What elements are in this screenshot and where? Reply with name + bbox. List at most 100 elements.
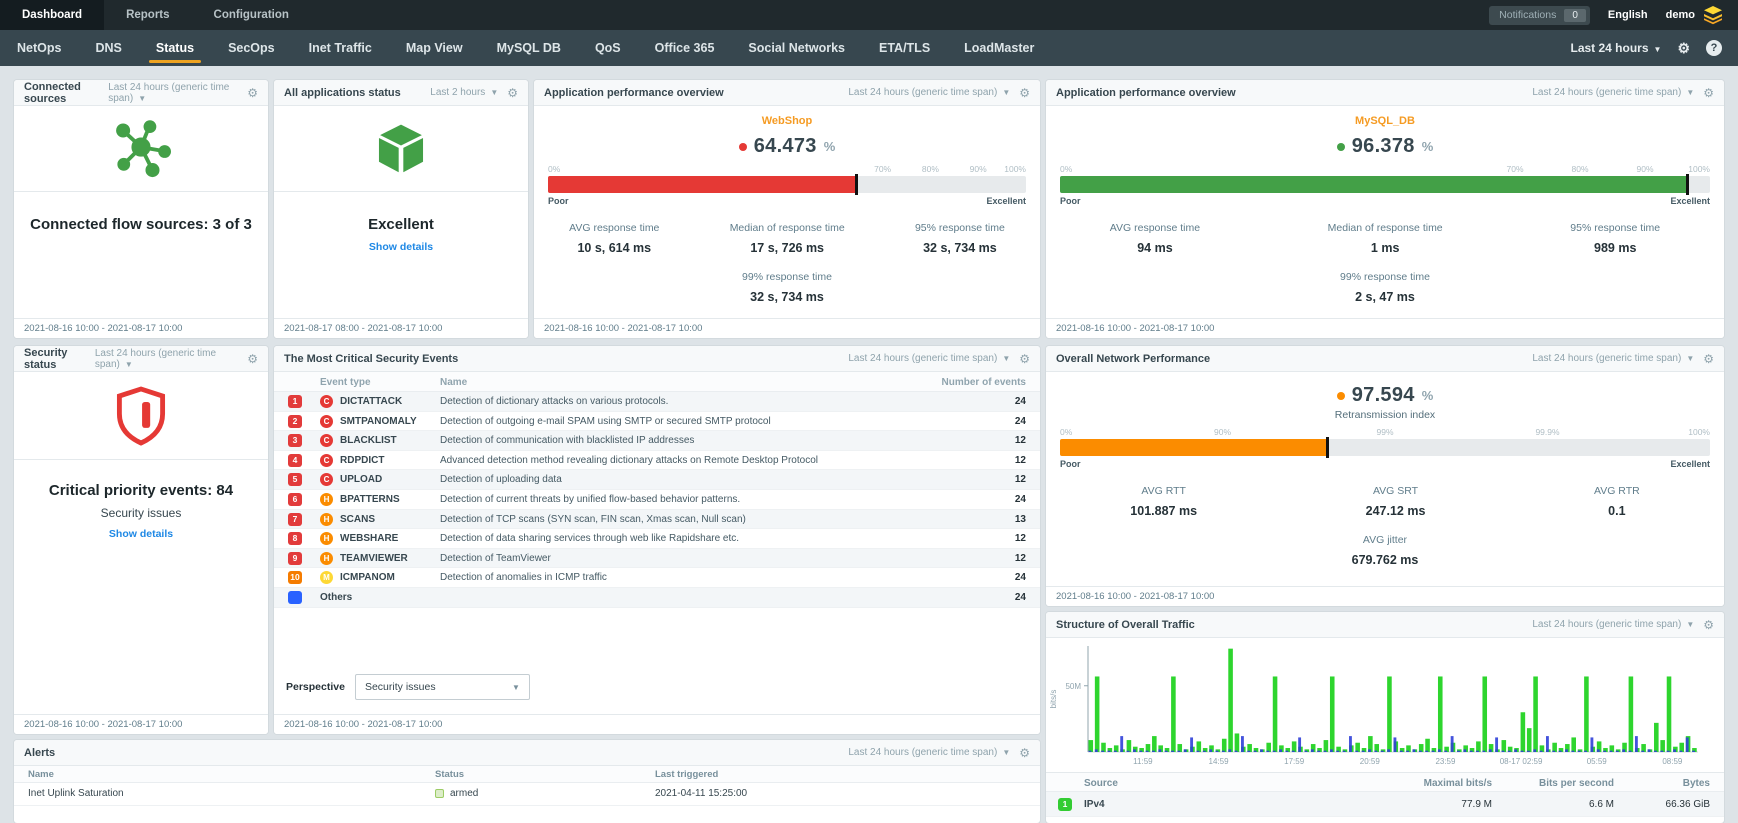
severity-icon: C [320, 395, 333, 408]
top-tab-reports[interactable]: Reports [104, 0, 191, 30]
metric: AVG jitter679.762 ms [1352, 534, 1419, 567]
panel-timespan-dropdown[interactable]: Last 24 hours (generic time span)▼ [1532, 619, 1694, 630]
rank-badge: 5 [288, 473, 302, 486]
gauge-tick-label: 100% [1688, 427, 1710, 437]
gear-icon[interactable]: ⚙ [247, 352, 258, 366]
notifications-button[interactable]: Notifications 0 [1489, 6, 1590, 25]
event-type: BLACKLIST [340, 435, 397, 446]
security-event-row[interactable]: 2CSMTPANOMALYDetection of outgoing e-mai… [274, 412, 1040, 432]
bps-value: 6.6 M [1589, 799, 1614, 810]
metric-value: 1 ms [1328, 241, 1443, 255]
panel-timespan-dropdown[interactable]: Last 2 hours▼ [430, 87, 498, 98]
max-bits-value: 77.9 M [1461, 799, 1492, 810]
nav-tab-office-365[interactable]: Office 365 [638, 30, 732, 66]
retransmission-gauge: 0%90%99%99.9%100%PoorExcellent [1060, 427, 1710, 469]
event-type: SCANS [340, 514, 375, 525]
chevron-down-icon: ▼ [512, 683, 520, 692]
security-event-row[interactable]: 7HSCANSDetection of TCP scans (SYN scan,… [274, 510, 1040, 530]
user-menu[interactable]: demo [1666, 5, 1724, 25]
nav-tab-dns[interactable]: DNS [78, 30, 138, 66]
panel-timespan-dropdown[interactable]: Last 24 hours (generic time span)▼ [1532, 87, 1694, 98]
panel-timespan-footer: 2021-08-16 10:00 - 2021-08-17 10:00 [274, 714, 1040, 734]
nav-tab-social-networks[interactable]: Social Networks [731, 30, 862, 66]
nav-tab-loadmaster[interactable]: LoadMaster [947, 30, 1051, 66]
metric-value: 10 s, 614 ms [569, 241, 659, 255]
alert-row[interactable]: Inet Uplink Saturationarmed2021-04-11 15… [14, 783, 1040, 806]
event-name: Detection of outgoing e-mail SPAM using … [440, 416, 771, 427]
armed-status-icon [435, 789, 444, 798]
nav-tab-inet-traffic[interactable]: Inet Traffic [292, 30, 389, 66]
nav-tab-netops[interactable]: NetOps [0, 30, 78, 66]
username-label: demo [1666, 9, 1695, 21]
network-metrics: AVG RTT101.887 msAVG SRT247.12 msAVG RTR… [1046, 485, 1724, 567]
event-type: DICTATTACK [340, 396, 402, 407]
panel-security-status: Security status Last 24 hours (generic t… [14, 346, 268, 734]
gear-icon[interactable]: ⚙ [1019, 352, 1030, 366]
nav-tab-status[interactable]: Status [139, 30, 211, 66]
panel-timespan-dropdown[interactable]: Last 24 hours (generic time span)▼ [108, 82, 238, 104]
show-details-link[interactable]: Show details [14, 528, 268, 540]
panel-timespan-dropdown[interactable]: Last 24 hours (generic time span)▼ [848, 747, 1010, 758]
event-count: 24 [1015, 572, 1026, 583]
settings-gear-icon[interactable]: ⚙ [1677, 40, 1690, 57]
alert-status: armed [435, 788, 478, 799]
nav-tab-qos[interactable]: QoS [578, 30, 638, 66]
source-name: IPv4 [1084, 799, 1105, 810]
panel-timespan-dropdown[interactable]: Last 24 hours (generic time span)▼ [848, 87, 1010, 98]
metric-label: 99% response time [742, 271, 832, 283]
rank-badge: 7 [288, 513, 302, 526]
gear-icon[interactable]: ⚙ [1703, 618, 1714, 632]
nav-tab-eta-tls[interactable]: ETA/TLS [862, 30, 947, 66]
traffic-source-row[interactable]: 2IPv63.3 M611.1 K6.13 GiB [1046, 817, 1724, 823]
metric-label: AVG response time [1110, 222, 1200, 234]
perspective-select[interactable]: Security issues▼ [355, 674, 530, 700]
panel-timespan-dropdown[interactable]: Last 24 hours (generic time span)▼ [95, 348, 238, 370]
top-tab-configuration[interactable]: Configuration [192, 0, 311, 30]
top-bar: DashboardReportsConfiguration Notificati… [0, 0, 1738, 30]
severity-icon: H [320, 532, 333, 545]
panel-title: Overall Network Performance [1056, 353, 1210, 365]
panel-traffic-structure: Structure of Overall Traffic Last 24 hou… [1046, 612, 1724, 823]
response-time-metrics: AVG response time10 s, 614 msMedian of r… [534, 222, 1040, 304]
security-event-row[interactable]: 9HTEAMVIEWERDetection of TeamViewer12 [274, 549, 1040, 569]
security-event-row[interactable]: 10MICMPANOMDetection of anomalies in ICM… [274, 568, 1040, 588]
panel-timespan-dropdown[interactable]: Last 24 hours (generic time span)▼ [1532, 353, 1694, 364]
performance-value: 97.594 [1352, 384, 1415, 407]
retransmission-index-label: Retransmission index [1046, 409, 1724, 421]
metric-value: 989 ms [1570, 241, 1660, 255]
panel-timespan-dropdown[interactable]: Last 24 hours (generic time span)▼ [848, 353, 1010, 364]
security-event-row[interactable]: 1CDICTATTACKDetection of dictionary atta… [274, 392, 1040, 412]
metric-label: 99% response time [1340, 271, 1430, 283]
nav-tab-mysql-db[interactable]: MySQL DB [480, 30, 578, 66]
security-event-row[interactable]: 4CRDPDICTAdvanced detection method revea… [274, 451, 1040, 471]
performance-value: 64.473 [754, 135, 817, 158]
gear-icon[interactable]: ⚙ [1703, 86, 1714, 100]
top-tab-dashboard[interactable]: Dashboard [0, 0, 104, 30]
security-event-row[interactable]: 6HBPATTERNSDetection of current threats … [274, 490, 1040, 510]
security-event-row[interactable]: 3CBLACKLISTDetection of communication wi… [274, 431, 1040, 451]
event-count: 12 [1015, 474, 1026, 485]
gear-icon[interactable]: ⚙ [1019, 86, 1030, 100]
gear-icon[interactable]: ⚙ [1703, 352, 1714, 366]
security-event-row[interactable]: 8HWEBSHAREDetection of data sharing serv… [274, 529, 1040, 549]
help-icon[interactable]: ? [1706, 40, 1722, 56]
show-details-link[interactable]: Show details [274, 241, 528, 253]
gear-icon[interactable]: ⚙ [507, 86, 518, 100]
gauge-tick-label: 80% [1571, 164, 1588, 174]
global-timespan-dropdown[interactable]: Last 24 hours▼ [1570, 41, 1661, 55]
event-count: 24 [1015, 592, 1026, 603]
traffic-source-row[interactable]: 1IPv477.9 M6.6 M66.36 GiB [1046, 792, 1724, 817]
gauge-tick-label: 80% [922, 164, 939, 174]
traffic-summary-table: SourceMaximal bits/sBits per secondBytes… [1046, 772, 1724, 823]
event-name: Detection of communication with blacklis… [440, 435, 694, 446]
gear-icon[interactable]: ⚙ [247, 86, 258, 100]
panel-connected-sources: Connected sources Last 24 hours (generic… [14, 80, 268, 338]
metric-label: Median of response time [1328, 222, 1443, 234]
nav-tab-map-view[interactable]: Map View [389, 30, 480, 66]
gear-icon[interactable]: ⚙ [1019, 746, 1030, 760]
panel-title: Security status [24, 347, 95, 371]
nav-tab-secops[interactable]: SecOps [211, 30, 292, 66]
security-event-row[interactable]: 5CUPLOADDetection of uploading data12 [274, 470, 1040, 490]
security-event-row-others[interactable]: Others24 [274, 588, 1040, 608]
language-selector[interactable]: English [1608, 9, 1648, 21]
